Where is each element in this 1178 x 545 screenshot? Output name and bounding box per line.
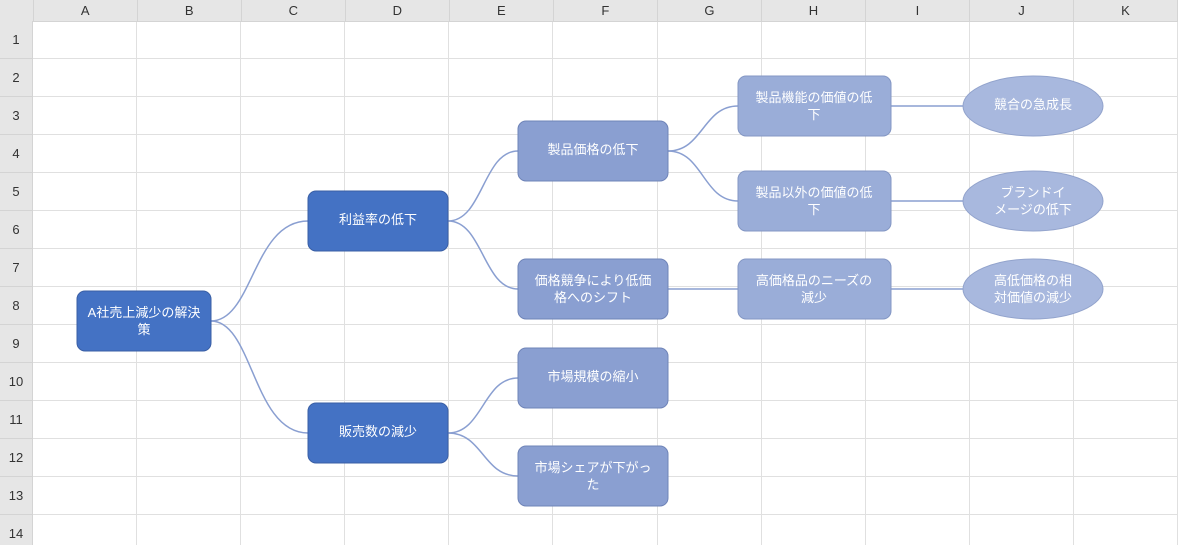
node-root-line2: 策 bbox=[137, 322, 150, 337]
row-header-9[interactable]: 9 bbox=[0, 325, 33, 363]
svg-text:下: 下 bbox=[807, 107, 820, 122]
svg-text:市場シェアが下がっ: 市場シェアが下がっ bbox=[534, 460, 651, 475]
node-l3d-line1: 市場シェアが下がっ bbox=[534, 460, 651, 475]
row-header-13[interactable]: 13 bbox=[0, 477, 33, 515]
svg-text:メージの低下: メージの低下 bbox=[994, 202, 1072, 217]
row-header-1[interactable]: 1 bbox=[0, 21, 33, 59]
svg-text:製品価格の低下: 製品価格の低下 bbox=[547, 142, 638, 157]
node-l3c-text: 市場規模の縮小 bbox=[547, 369, 638, 384]
select-all-corner[interactable] bbox=[0, 0, 34, 22]
node-l5c-line2: 対価値の減少 bbox=[994, 290, 1072, 305]
node-l4b[interactable] bbox=[738, 171, 891, 231]
tree-diagram[interactable]: A社売上減少の解決 策 利益率の低下 販売数の減少 製品価格の低下 価格競争によ… bbox=[33, 21, 1178, 545]
row-header-5[interactable]: 5 bbox=[0, 173, 33, 211]
node-root-line1: A社売上減少の解決 bbox=[88, 305, 201, 320]
spreadsheet-stage: A B C D E F G H I J K 1 2 3 4 5 6 7 8 9 … bbox=[0, 0, 1178, 545]
svg-text:減少: 減少 bbox=[801, 290, 827, 305]
col-header-f[interactable]: F bbox=[554, 0, 658, 22]
svg-text:ブランドイ: ブランドイ bbox=[1000, 185, 1065, 200]
row-header-8[interactable]: 8 bbox=[0, 287, 33, 325]
node-l4b-line1: 製品以外の価値の低 bbox=[755, 185, 872, 200]
node-l4a-line2: 下 bbox=[807, 107, 820, 122]
node-l5b[interactable] bbox=[963, 171, 1103, 231]
node-root[interactable] bbox=[77, 291, 211, 351]
node-l4a-line1: 製品機能の価値の低 bbox=[755, 90, 872, 105]
node-l5b-line2: メージの低下 bbox=[994, 202, 1072, 217]
row-headers: 1 2 3 4 5 6 7 8 9 10 11 12 13 14 bbox=[0, 21, 33, 545]
row-header-12[interactable]: 12 bbox=[0, 439, 33, 477]
svg-text:下: 下 bbox=[807, 202, 820, 217]
col-header-b[interactable]: B bbox=[138, 0, 242, 22]
col-header-e[interactable]: E bbox=[450, 0, 554, 22]
col-header-k[interactable]: K bbox=[1074, 0, 1178, 22]
svg-text:A社売上減少の解決: A社売上減少の解決 bbox=[88, 305, 201, 320]
col-header-c[interactable]: C bbox=[242, 0, 346, 22]
svg-text:競合の急成長: 競合の急成長 bbox=[994, 97, 1072, 112]
node-l3d[interactable] bbox=[518, 446, 668, 506]
svg-text:格へのシフト: 格へのシフト bbox=[554, 290, 632, 305]
node-l4c-line1: 高価格品のニーズの bbox=[756, 273, 872, 288]
row-header-14[interactable]: 14 bbox=[0, 515, 33, 545]
col-header-j[interactable]: J bbox=[970, 0, 1074, 22]
row-header-11[interactable]: 11 bbox=[0, 401, 33, 439]
svg-text:市場規模の縮小: 市場規模の縮小 bbox=[547, 369, 638, 384]
node-l3d-line2: た bbox=[586, 477, 599, 492]
node-l3b-line1: 価格競争により低価 bbox=[535, 273, 652, 288]
node-l2b-text: 販売数の減少 bbox=[339, 424, 417, 439]
node-l4c[interactable] bbox=[738, 259, 891, 319]
svg-text:利益率の低下: 利益率の低下 bbox=[339, 212, 417, 227]
col-header-i[interactable]: I bbox=[866, 0, 970, 22]
col-header-g[interactable]: G bbox=[658, 0, 762, 22]
node-l3a-text: 製品価格の低下 bbox=[547, 142, 638, 157]
node-l5b-line1: ブランドイ bbox=[1000, 185, 1065, 200]
node-l5c[interactable] bbox=[963, 259, 1103, 319]
svg-text:高低価格の相: 高低価格の相 bbox=[994, 273, 1072, 288]
row-header-7[interactable]: 7 bbox=[0, 249, 33, 287]
node-l2a-text: 利益率の低下 bbox=[339, 212, 417, 227]
col-header-d[interactable]: D bbox=[346, 0, 450, 22]
svg-text:価格競争により低価: 価格競争により低価 bbox=[535, 273, 652, 288]
row-header-3[interactable]: 3 bbox=[0, 97, 33, 135]
svg-text:製品機能の価値の低: 製品機能の価値の低 bbox=[755, 90, 872, 105]
col-header-h[interactable]: H bbox=[762, 0, 866, 22]
svg-text:製品以外の価値の低: 製品以外の価値の低 bbox=[755, 185, 872, 200]
node-l4b-line2: 下 bbox=[807, 202, 820, 217]
svg-text:高価格品のニーズの: 高価格品のニーズの bbox=[756, 273, 872, 288]
svg-text:対価値の減少: 対価値の減少 bbox=[994, 290, 1072, 305]
row-header-2[interactable]: 2 bbox=[0, 59, 33, 97]
svg-text:策: 策 bbox=[137, 322, 150, 337]
row-header-10[interactable]: 10 bbox=[0, 363, 33, 401]
svg-text:た: た bbox=[586, 477, 599, 492]
svg-text:販売数の減少: 販売数の減少 bbox=[339, 424, 417, 439]
row-header-6[interactable]: 6 bbox=[0, 211, 33, 249]
node-l3b-line2: 格へのシフト bbox=[554, 290, 632, 305]
row-header-4[interactable]: 4 bbox=[0, 135, 33, 173]
node-l3b[interactable] bbox=[518, 259, 668, 319]
node-l4c-line2: 減少 bbox=[801, 290, 827, 305]
column-headers: A B C D E F G H I J K bbox=[0, 0, 1178, 21]
node-l4a[interactable] bbox=[738, 76, 891, 136]
node-l5c-line1: 高低価格の相 bbox=[994, 273, 1072, 288]
node-l5a-text: 競合の急成長 bbox=[994, 97, 1072, 112]
col-header-a[interactable]: A bbox=[34, 0, 138, 22]
